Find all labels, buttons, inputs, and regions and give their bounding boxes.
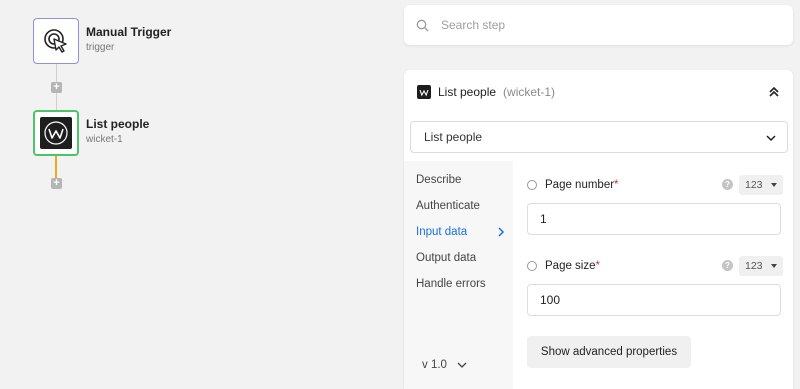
connector-line (56, 64, 57, 82)
search-box (404, 5, 793, 45)
page-number-input[interactable] (527, 203, 781, 235)
action-select[interactable]: List people (410, 121, 788, 153)
property-page-number: Page number* ? 123 (527, 175, 783, 195)
page-number-radio[interactable] (527, 180, 537, 190)
trigger-title: Manual Trigger (86, 25, 172, 39)
page-size-input[interactable] (527, 284, 781, 316)
chevron-down-icon (766, 135, 776, 142)
wicket-logo-icon (417, 85, 431, 99)
collapse-double-chevron-icon[interactable] (767, 85, 781, 99)
show-advanced-properties-button[interactable]: Show advanced properties (527, 336, 691, 368)
version-select[interactable]: v 1.0 (422, 359, 467, 371)
help-icon[interactable]: ? (722, 179, 733, 190)
nav-item-output-data[interactable]: Output data (416, 252, 508, 264)
type-select[interactable]: 123 (739, 256, 783, 276)
property-page-size: Page size* ? 123 (527, 256, 783, 276)
caret-down-icon (771, 183, 777, 187)
type-select[interactable]: 123 (739, 175, 783, 195)
nav-item-label: Input data (416, 226, 468, 238)
help-icon[interactable]: ? (722, 260, 733, 271)
chevron-right-icon (498, 227, 505, 237)
nav-item-describe[interactable]: Describe (416, 174, 508, 186)
property-label: Page number* (545, 179, 619, 191)
wicket-logo-icon (40, 117, 72, 149)
nav-item-input-data[interactable]: Input data (416, 226, 508, 238)
version-value: v 1.0 (422, 359, 447, 371)
panel-subtitle: (wicket-1) (503, 85, 556, 99)
caret-down-icon (771, 264, 777, 268)
nav-item-handle-errors[interactable]: Handle errors (416, 278, 508, 290)
search-input[interactable] (439, 17, 763, 33)
add-step-button[interactable]: + (51, 82, 62, 93)
action-select-value: List people (424, 130, 483, 144)
connector-line-active (55, 156, 57, 178)
chevron-down-icon (457, 362, 467, 368)
step-title: List people (86, 117, 150, 131)
input-properties: Page number* ? 123 Page size* ? 123 Show… (513, 161, 793, 389)
step-side-nav: Describe Authenticate Input data Output … (404, 161, 513, 389)
panel-header: List people (wicket-1) (404, 70, 793, 114)
nav-item-authenticate[interactable]: Authenticate (416, 200, 508, 212)
add-step-button[interactable]: + (51, 178, 62, 189)
page-size-radio[interactable] (527, 261, 537, 271)
manual-trigger-node[interactable] (33, 18, 79, 64)
cursor-click-icon (44, 29, 67, 53)
trigger-subtitle: trigger (86, 42, 115, 53)
step-subtitle: wicket-1 (86, 134, 123, 145)
search-icon (416, 19, 429, 31)
connector-line (56, 93, 57, 110)
panel-title: List people (438, 85, 497, 99)
list-people-node[interactable] (33, 110, 79, 156)
step-config-panel: List people (wicket-1) List people Descr… (404, 70, 793, 389)
property-label: Page size* (545, 260, 600, 272)
